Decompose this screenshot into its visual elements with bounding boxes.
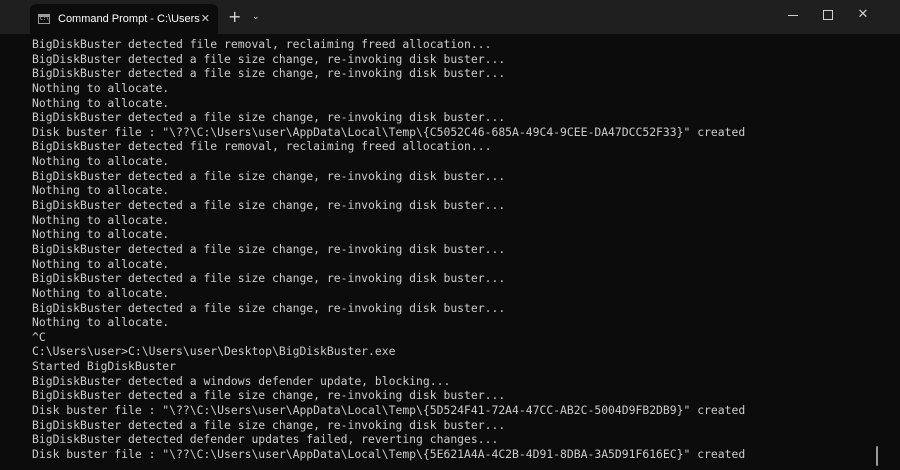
- terminal-line: BigDiskBuster detected file removal, rec…: [32, 37, 492, 51]
- terminal-window: C:\ Command Prompt - C:\Users\ ✕ + ⌄ ✕ B…: [0, 0, 900, 470]
- terminal-line: BigDiskBuster detected a file size chang…: [32, 51, 506, 66]
- terminal-line: BigDiskBuster detected a file size chang…: [32, 271, 506, 286]
- terminal-line: Started BigDiskBuster: [32, 359, 177, 374]
- terminal-line: Nothing to allocate.: [32, 285, 170, 300]
- terminal-line: Disk buster file : "\??\C:\Users\user\Ap…: [32, 403, 746, 418]
- title-bar: C:\ Command Prompt - C:\Users\ ✕ + ⌄ ✕: [0, 0, 900, 34]
- tab-command-prompt[interactable]: C:\ Command Prompt - C:\Users\ ✕: [30, 4, 218, 34]
- terminal-line: BigDiskBuster detected a file size chang…: [32, 388, 506, 403]
- terminal-pane[interactable]: BigDiskBuster detected file removal, rec…: [0, 34, 900, 470]
- close-window-button[interactable]: ✕: [846, 0, 880, 30]
- terminal-line: BigDiskBuster detected a windows defende…: [32, 373, 451, 388]
- maximize-icon: [823, 10, 833, 20]
- terminal-line: ^C: [32, 329, 46, 344]
- tab-title: Command Prompt - C:\Users\: [58, 13, 200, 25]
- maximize-button[interactable]: [810, 0, 844, 30]
- terminal-line: BigDiskBuster detected a file size chang…: [32, 241, 506, 256]
- terminal-line: Nothing to allocate.: [32, 212, 170, 227]
- close-icon[interactable]: ✕: [201, 12, 210, 26]
- scrollbar[interactable]: [876, 446, 878, 466]
- terminal-line: Disk buster file : "\??\C:\Users\user\Ap…: [32, 124, 746, 139]
- terminal-line: Nothing to allocate.: [32, 95, 170, 110]
- terminal-line: BigDiskBuster detected a file size chang…: [32, 66, 506, 81]
- terminal-line: BigDiskBuster detected defender updates …: [32, 432, 499, 447]
- new-tab-button[interactable]: +: [228, 9, 241, 25]
- terminal-line: Nothing to allocate.: [32, 80, 170, 95]
- terminal-line: Nothing to allocate.: [32, 183, 170, 198]
- terminal-line: Disk buster file : "\??\C:\Users\user\Ap…: [32, 446, 746, 461]
- chevron-down-icon[interactable]: ⌄: [252, 9, 260, 25]
- terminal-line: Nothing to allocate.: [32, 227, 170, 242]
- cmd-icon: C:\: [38, 14, 50, 24]
- terminal-line: Nothing to allocate.: [32, 154, 170, 169]
- terminal-line: BigDiskBuster detected a file size chang…: [32, 198, 506, 213]
- terminal-line: BigDiskBuster detected a file size chang…: [32, 300, 506, 315]
- terminal-line: BigDiskBuster detected file removal, rec…: [32, 139, 492, 154]
- terminal-line: Nothing to allocate.: [32, 256, 170, 271]
- terminal-line: BigDiskBuster detected a file size chang…: [32, 110, 506, 125]
- terminal-line: C:\Users\user>C:\Users\user\Desktop\BigD…: [32, 344, 396, 359]
- terminal-line: BigDiskBuster detected a file size chang…: [32, 417, 506, 432]
- terminal-line: BigDiskBuster detected a file size chang…: [32, 168, 506, 183]
- terminal-output: BigDiskBuster detected file removal, rec…: [32, 37, 872, 462]
- minimize-icon: [788, 15, 798, 16]
- terminal-line: Nothing to allocate.: [32, 315, 170, 330]
- minimize-button[interactable]: [776, 0, 810, 30]
